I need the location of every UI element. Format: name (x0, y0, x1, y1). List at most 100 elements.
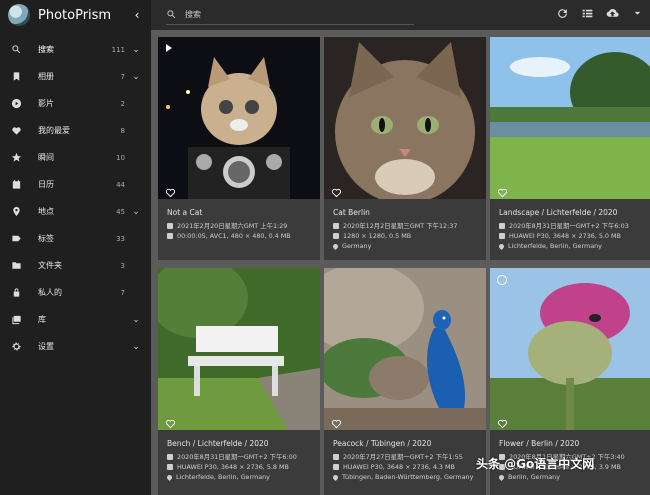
sidebar-item-albums[interactable]: 相册 7 ⌄ (0, 63, 151, 90)
photo-thumbnail[interactable] (158, 268, 320, 430)
photo-card[interactable]: Bench / Lichterfelde / 2020 2020年8月31日星期… (158, 268, 320, 495)
photo-title: Bench / Lichterfelde / 2020 (167, 439, 269, 448)
photo-library-icon (10, 314, 22, 326)
sidebar-item-moments[interactable]: 瞬间 10 (0, 144, 151, 171)
label-icon (10, 233, 22, 245)
sidebar-item-videos[interactable]: 影片 2 (0, 90, 151, 117)
photo-info: HUAWEI P30, 3648 × 2736, 5.0 MB (509, 232, 621, 240)
photo-meta: 2020年7月27日星期一GMT+2 下午1:55 HUAWEI P30, 36… (324, 452, 486, 482)
sidebar-item-label: 相册 (38, 72, 54, 81)
heart-icon[interactable] (165, 183, 176, 198)
calendar-icon (499, 223, 505, 229)
photo-thumbnail[interactable] (490, 37, 650, 199)
photoprism-logo-icon (8, 4, 30, 26)
toolbar-actions (556, 7, 644, 20)
photo-location: Tübingen, Baden-Württemberg, Germany (342, 473, 474, 481)
photo-title: Cat Berlin (333, 208, 370, 217)
photo-location: Germany (342, 242, 372, 250)
sidebar-item-count: 44 (116, 180, 125, 189)
chevron-down-icon[interactable]: ⌄ (131, 45, 141, 55)
photo-meta: 2020年8月31日星期一GMT+2 下午6:03 HUAWEI P30, 36… (490, 221, 650, 251)
heart-icon[interactable] (497, 414, 508, 429)
sidebar-item-label: 私人的 (38, 288, 62, 297)
photo-date: 2020年8月31日星期一GMT+2 下午6:03 (509, 222, 629, 230)
search-input[interactable] (183, 9, 387, 20)
photo-info: HUAWEI P30, 3648 × 2736, 5.8 MB (177, 463, 289, 471)
watermark-text: 头条 @Go语言中文网 (476, 457, 595, 471)
sidebar-item-label: 文件夹 (38, 261, 62, 270)
sidebar-item-private[interactable]: 私人的 7 (0, 279, 151, 306)
sidebar-item-calendar[interactable]: 日历 44 (0, 171, 151, 198)
photo-card[interactable]: Landscape / Lichterfelde / 2020 2020年8月3… (490, 37, 650, 260)
sidebar-item-favorites[interactable]: 我的最爱 8 (0, 117, 151, 144)
sidebar-item-folders[interactable]: 文件夹 3 (0, 252, 151, 279)
chevron-down-icon[interactable]: ⌄ (131, 315, 141, 325)
heart-icon[interactable] (497, 183, 508, 198)
camera-icon (167, 464, 173, 470)
sidebar-item-search[interactable]: 搜索 111 ⌄ (0, 36, 151, 63)
brand: PhotoPrism ‹ (0, 0, 151, 30)
sidebar-item-labels[interactable]: 标签 33 (0, 225, 151, 252)
chevron-down-icon[interactable]: ⌄ (131, 207, 141, 217)
map-pin-icon (497, 473, 506, 481)
map-pin-icon (331, 473, 340, 481)
heart-icon[interactable] (165, 414, 176, 429)
calendar-icon (167, 454, 173, 460)
photo-thumbnail[interactable] (324, 37, 486, 199)
sidebar-item-count: 33 (116, 234, 125, 243)
photo-thumbnail[interactable] (490, 268, 650, 430)
play-circle-icon (10, 98, 22, 110)
cat-portrait-image (324, 37, 486, 199)
calendar-icon (167, 223, 173, 229)
sidebar-item-places[interactable]: 地点 45 ⌄ (0, 198, 151, 225)
heart-icon (10, 125, 22, 137)
camera-icon (499, 233, 505, 239)
sidebar-item-settings[interactable]: 设置 ⌄ (0, 333, 151, 360)
refresh-icon[interactable] (556, 7, 569, 20)
photo-card[interactable]: Not a Cat 2021年2月20日星期六GMT 上午1:29 00:00:… (158, 37, 320, 260)
photo-date: 2021年2月20日星期六GMT 上午1:29 (177, 222, 288, 230)
photo-location: Berlin, Germany (508, 473, 560, 481)
video-badge-icon (166, 44, 172, 52)
chevron-down-icon[interactable]: ⌄ (131, 342, 141, 352)
peacock-image (324, 268, 486, 430)
photo-card[interactable]: Peacock / Tübingen / 2020 2020年7月27日星期一G… (324, 268, 486, 495)
thistle-flower-image (490, 268, 650, 430)
sidebar-item-label: 影片 (38, 99, 54, 108)
chevron-down-icon[interactable] (631, 7, 644, 20)
sidebar-item-count: 10 (116, 153, 125, 162)
photo-info: HUAWEI P30, 3648 × 2736, 4.3 MB (343, 463, 455, 471)
search-box[interactable] (166, 6, 414, 25)
chevron-left-icon[interactable]: ‹ (131, 8, 143, 22)
sidebar-item-label: 我的最爱 (38, 126, 70, 135)
photo-thumbnail[interactable] (324, 268, 486, 430)
photo-location: Lichterfelde, Berlin, Germany (176, 473, 270, 481)
map-pin-icon (165, 473, 174, 481)
chevron-down-icon[interactable]: ⌄ (131, 72, 141, 82)
sidebar-item-label: 库 (38, 315, 46, 324)
sidebar-item-count: 2 (120, 99, 125, 108)
photo-thumbnail[interactable] (158, 37, 320, 199)
sidebar-item-library[interactable]: 库 ⌄ (0, 306, 151, 333)
folder-icon (10, 260, 22, 272)
photo-info: 00:00:05, AVC1, 480 × 480, 0.4 MB (177, 232, 291, 240)
camera-icon (333, 233, 339, 239)
photo-card[interactable]: Cat Berlin 2020年12月2日星期三GMT 下午12:37 1280… (324, 37, 486, 260)
heart-icon[interactable] (331, 183, 342, 198)
calendar-icon (10, 179, 22, 191)
sidebar-item-count: 111 (111, 45, 125, 54)
map-pin-icon (331, 242, 340, 250)
heart-icon[interactable] (331, 414, 342, 429)
star-icon (10, 152, 22, 164)
calendar-icon (333, 223, 339, 229)
app-title: PhotoPrism (38, 7, 112, 23)
sidebar-item-label: 瞬间 (38, 153, 54, 162)
search-icon (10, 44, 22, 56)
search-icon (167, 10, 176, 19)
cloud-upload-icon[interactable] (606, 7, 619, 20)
sidebar: PhotoPrism ‹ 搜索 111 ⌄ 相册 7 ⌄ 影片 2 我的最爱 8 瞬间 10 日历 44 地… (0, 0, 151, 495)
view-list-icon[interactable] (581, 7, 594, 20)
photo-meta: 2020年8月31日星期一GMT+2 下午6:00 HUAWEI P30, 36… (158, 452, 320, 482)
photo-location: Lichterfelde, Berlin, Germany (508, 242, 602, 250)
photo-date: 2020年12月2日星期三GMT 下午12:37 (343, 222, 458, 230)
